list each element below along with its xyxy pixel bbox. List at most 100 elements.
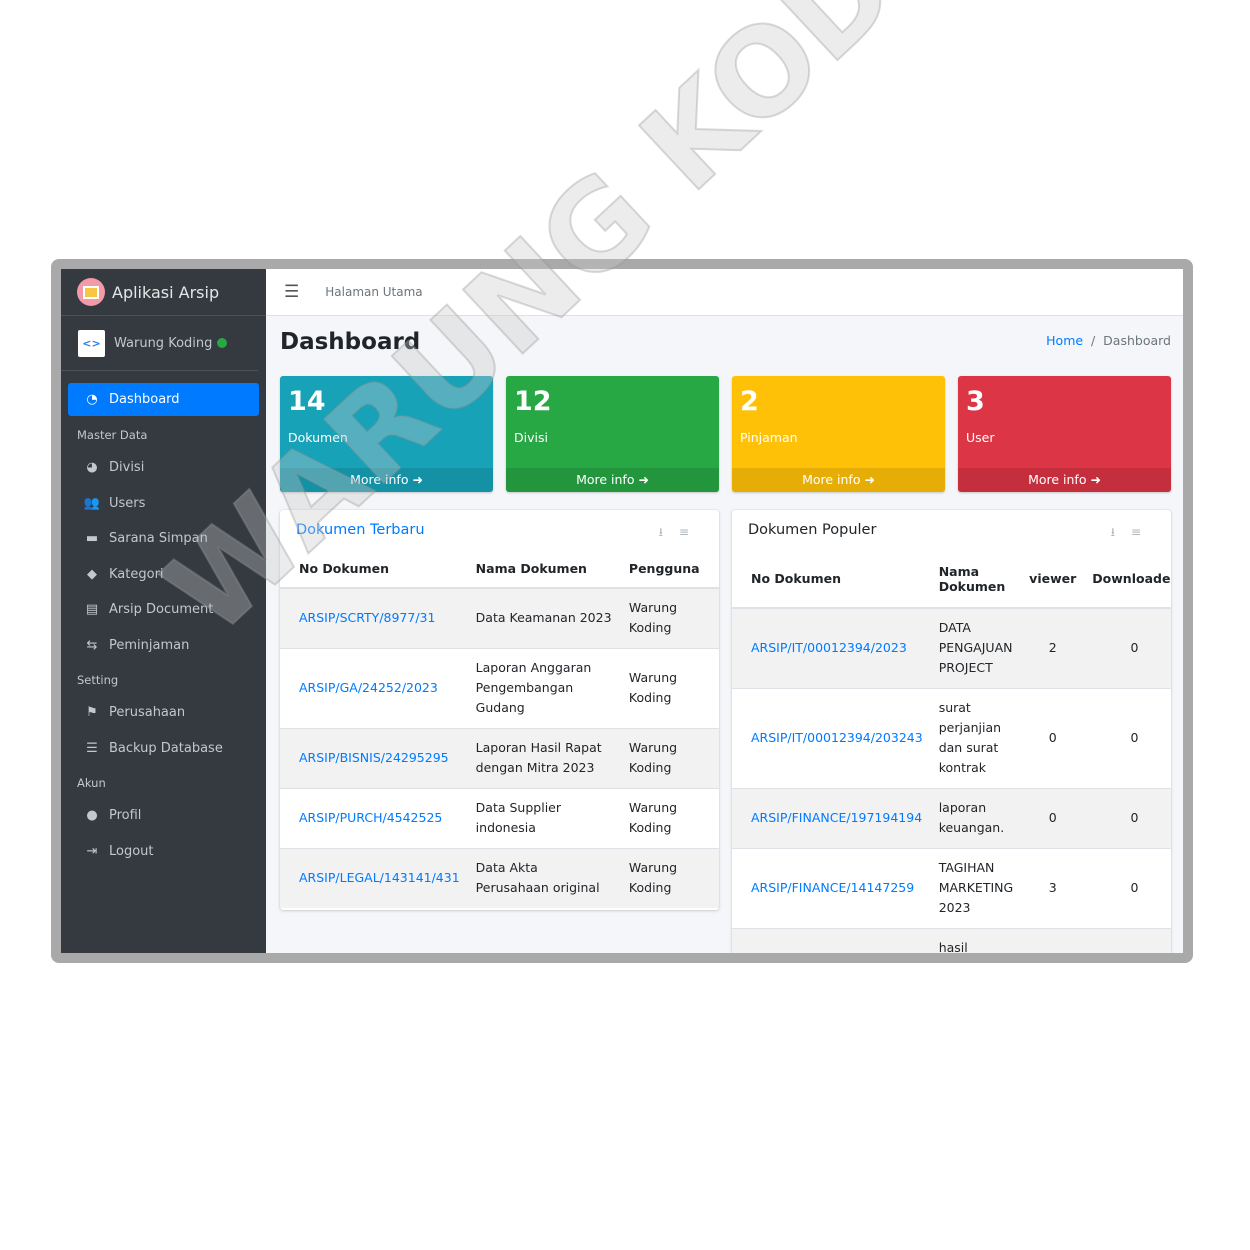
table-cell: DATA PENGAJUAN PROJECT (930, 607, 1022, 688)
sidebar-item-backup-database[interactable]: ☰ Backup Database (68, 731, 259, 767)
more-info-link[interactable]: More info ➜ (280, 468, 493, 492)
stat-value: 12 (514, 386, 552, 417)
sidebar-item-dashboard[interactable]: ◔ Dashboard (68, 383, 259, 416)
home-link[interactable]: Halaman Utama (325, 285, 422, 299)
sidebar-item-logout[interactable]: ⇥ Logout (68, 834, 259, 870)
card-tools[interactable]: ⭳≡ (659, 523, 705, 544)
arrow-circle-right-icon: ➜ (638, 472, 649, 487)
column-header: No Dokumen (280, 550, 468, 589)
user-panel[interactable]: <> Warung Koding (61, 316, 258, 371)
app-logo-icon (77, 278, 105, 306)
arrow-circle-right-icon: ➜ (1090, 472, 1101, 487)
sidebar-item-label: Users (109, 495, 146, 511)
stat-box-dokumen: 14 Dokumen More info ➜ (280, 376, 493, 492)
sidebar-item-peminjaman[interactable]: ⇆ Peminjaman (68, 628, 259, 664)
breadcrumb-home[interactable]: Home (1046, 333, 1083, 348)
document-link[interactable]: ARSIP/BISNIS/24295295 (299, 750, 449, 765)
table-cell: 0 (1021, 787, 1085, 848)
document-link[interactable]: ARSIP/GA/24252/2023 (299, 680, 438, 695)
table-cell: 2 (1021, 607, 1085, 688)
document-link[interactable]: ARSIP/IT/00012394/2023 (751, 640, 907, 655)
recent-card-title: Dokumen Terbaru ⭳≡ (280, 510, 719, 550)
document-link[interactable]: ARSIP/LEGAL/143141/431 (299, 870, 460, 885)
stat-value: 3 (966, 386, 985, 417)
table-cell: 0 (1084, 607, 1171, 688)
table-cell: 0 (1084, 687, 1171, 788)
sidebar-item-divisi[interactable]: ◕ Divisi (68, 450, 259, 486)
column-header: Downloader (1084, 550, 1171, 609)
stat-box-user: 3 User More info ➜ (958, 376, 1171, 492)
topbar: ☰ Halaman Utama (266, 269, 1183, 316)
menu-toggle-icon[interactable]: ☰ (284, 282, 299, 302)
menu-icon[interactable]: ≡ (679, 525, 705, 539)
table-cell: 0 (1084, 847, 1171, 928)
sidebar-nav: ◔ Dashboard Master Data ◕ Divisi 👥 Users ▬ Saran… (61, 371, 266, 869)
sidebar-item-label: Divisi (109, 460, 145, 476)
popular-title-text: Dokumen Populer (748, 522, 877, 538)
database-icon: ☰ (86, 740, 98, 756)
sidebar-header: Master Data (77, 428, 148, 442)
sidebar-item-label: Arsip Document (109, 602, 214, 618)
sidebar-item-label: Perusahaan (109, 705, 186, 721)
table-cell: Warung Koding (620, 787, 719, 848)
sidebar-item-sarana-simpan[interactable]: ▬ Sarana Simpan (68, 521, 259, 557)
sidebar-item-label: Peminjaman (109, 637, 190, 653)
document-link[interactable]: ARSIP/FINANCE/197194194 (751, 810, 922, 825)
stat-value: 14 (288, 386, 326, 417)
more-info-link[interactable]: More info ➜ (506, 468, 719, 492)
sidebar-header: Akun (77, 776, 106, 790)
recent-table: No Dokumen Nama Dokumen Pengguna ARSIP/SCRT… (280, 550, 719, 908)
table-row: hasil (732, 927, 1171, 953)
more-info-link[interactable]: More info ➜ (732, 468, 945, 492)
chart-pie-icon: ◕ (86, 460, 98, 476)
sidebar-item-kategori[interactable]: ◆ Kategori (68, 557, 259, 593)
sidebar-item-label: Dashboard (109, 392, 180, 407)
user-icon: ● (86, 808, 98, 824)
more-info-label: More info (1028, 472, 1087, 487)
sidebar: Aplikasi Arsip <> Warung Koding ◔ Dashboar… (61, 269, 266, 953)
brand-link[interactable]: Aplikasi Arsip (61, 269, 266, 316)
table-cell: 3 (1021, 847, 1085, 928)
card-tools[interactable]: ⭳≡ (1111, 523, 1157, 544)
popular-card-title: Dokumen Populer ⭳≡ (732, 510, 1171, 550)
sidebar-item-profil[interactable]: ● Profil (68, 798, 259, 834)
table-row: ARSIP/FINANCE/14147259 TAGIHAN MARKETING … (732, 847, 1171, 928)
document-link[interactable]: ARSIP/PURCH/4542525 (299, 810, 442, 825)
sidebar-item-arsip-document[interactable]: ▤ Arsip Document (68, 592, 259, 628)
table-cell: laporan keuangan. (930, 787, 1022, 848)
recent-documents-card: Dokumen Terbaru ⭳≡ No Dokumen Nama Dokumen… (280, 510, 719, 910)
table-row: ARSIP/IT/00012394/203243 surat perjanjian… (732, 687, 1171, 788)
sign-out-icon: ⇥ (86, 843, 98, 859)
table-cell (1021, 927, 1085, 953)
sidebar-item-users[interactable]: 👥 Users (68, 486, 259, 522)
popular-table: No Dokumen Nama Dokumen viewer Downloader AR… (732, 550, 1171, 953)
table-cell: hasil (930, 927, 1022, 953)
table-cell: 0 (1084, 787, 1171, 848)
document-link[interactable]: ARSIP/SCRTY/8977/31 (299, 610, 435, 625)
table-cell (1084, 927, 1171, 953)
more-info-label: More info (802, 472, 861, 487)
document-link[interactable]: ARSIP/FINANCE/14147259 (751, 880, 914, 895)
document-link[interactable]: ARSIP/IT/00012394/203243 (751, 730, 923, 745)
table-cell: Warung Koding (620, 587, 719, 648)
table-cell: surat perjanjian dan surat kontrak (930, 687, 1022, 788)
column-header: Nama Dokumen (930, 550, 1022, 609)
tag-icon: ◆ (87, 566, 97, 582)
recent-title-text: Dokumen Terbaru (296, 522, 425, 538)
handshake-icon: ⇆ (86, 637, 98, 653)
stat-label: Pinjaman (740, 430, 798, 445)
app-screen: Aplikasi Arsip <> Warung Koding ◔ Dashboar… (61, 269, 1183, 953)
app-title: Aplikasi Arsip (112, 282, 220, 302)
table-header-row: No Dokumen Nama Dokumen Pengguna (280, 550, 719, 589)
table-cell: Data Supplier indonesia (467, 787, 621, 848)
more-info-link[interactable]: More info ➜ (958, 468, 1171, 492)
table-row: ARSIP/FINANCE/197194194 laporan keuangan.… (732, 787, 1171, 848)
menu-icon[interactable]: ≡ (1131, 525, 1157, 539)
table-cell: Laporan Anggaran Pengembangan Gudang (467, 647, 621, 728)
download-icon[interactable]: ⭳ (1111, 525, 1131, 539)
column-header: Pengguna (620, 550, 719, 589)
sidebar-item-perusahaan[interactable]: ⚑ Perusahaan (68, 695, 259, 731)
table-cell: Warung Koding (620, 847, 719, 908)
stat-label: Dokumen (288, 430, 348, 445)
download-icon[interactable]: ⭳ (659, 525, 679, 539)
